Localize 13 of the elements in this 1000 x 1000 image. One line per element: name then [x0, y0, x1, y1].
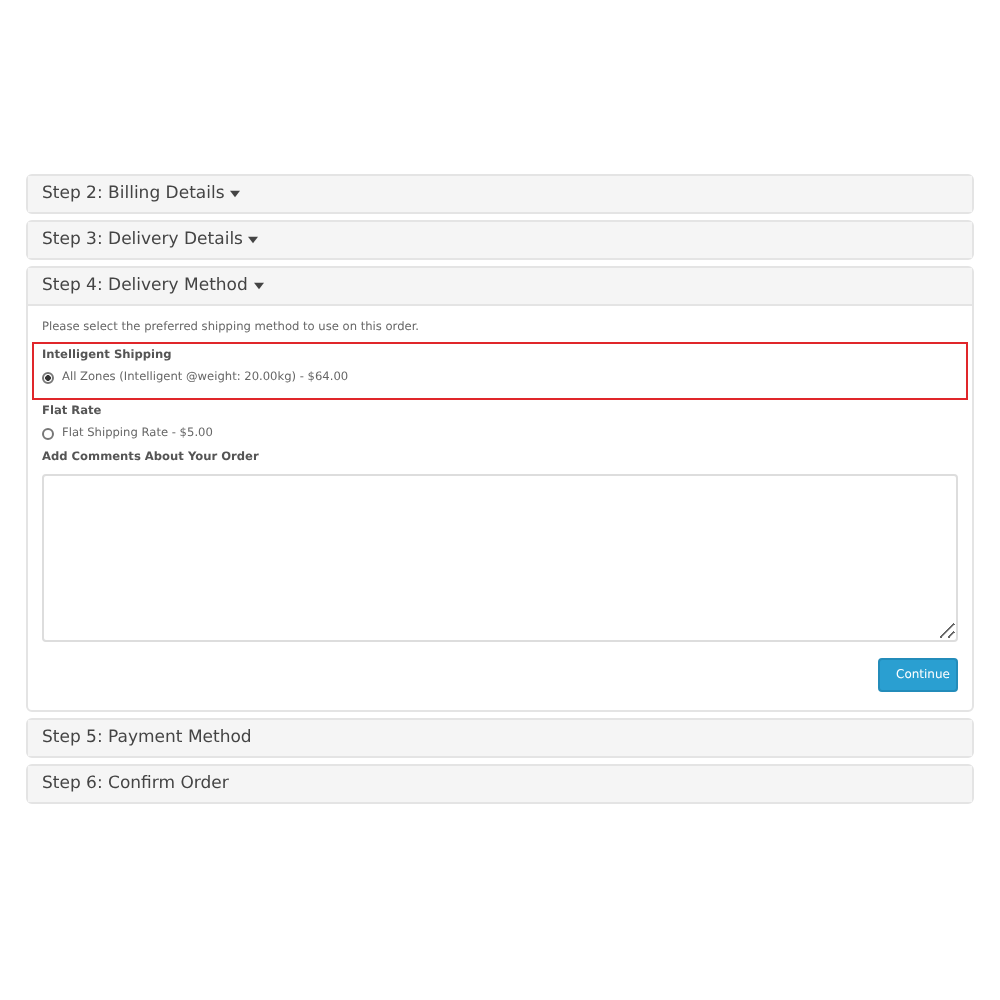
step-header[interactable]: Step 3: Delivery Details	[28, 222, 972, 258]
step-title[interactable]: Step 2: Billing Details	[42, 184, 225, 204]
step-title[interactable]: Step 3: Delivery Details	[42, 230, 243, 250]
radio-button[interactable]	[42, 372, 54, 384]
step-title[interactable]: Step 4: Delivery Method	[42, 276, 248, 296]
radio-button[interactable]	[42, 428, 54, 440]
step-header[interactable]: Step 6: Confirm Order	[28, 766, 972, 802]
step-header[interactable]: Step 4: Delivery Method	[28, 268, 972, 304]
step-title[interactable]: Step 5: Payment Method	[42, 728, 252, 748]
step-header[interactable]: Step 5: Payment Method	[28, 720, 972, 756]
step-header[interactable]: Step 2: Billing Details	[28, 176, 972, 212]
step-title[interactable]: Step 6: Confirm Order	[42, 774, 229, 794]
comments-field[interactable]	[42, 474, 958, 642]
